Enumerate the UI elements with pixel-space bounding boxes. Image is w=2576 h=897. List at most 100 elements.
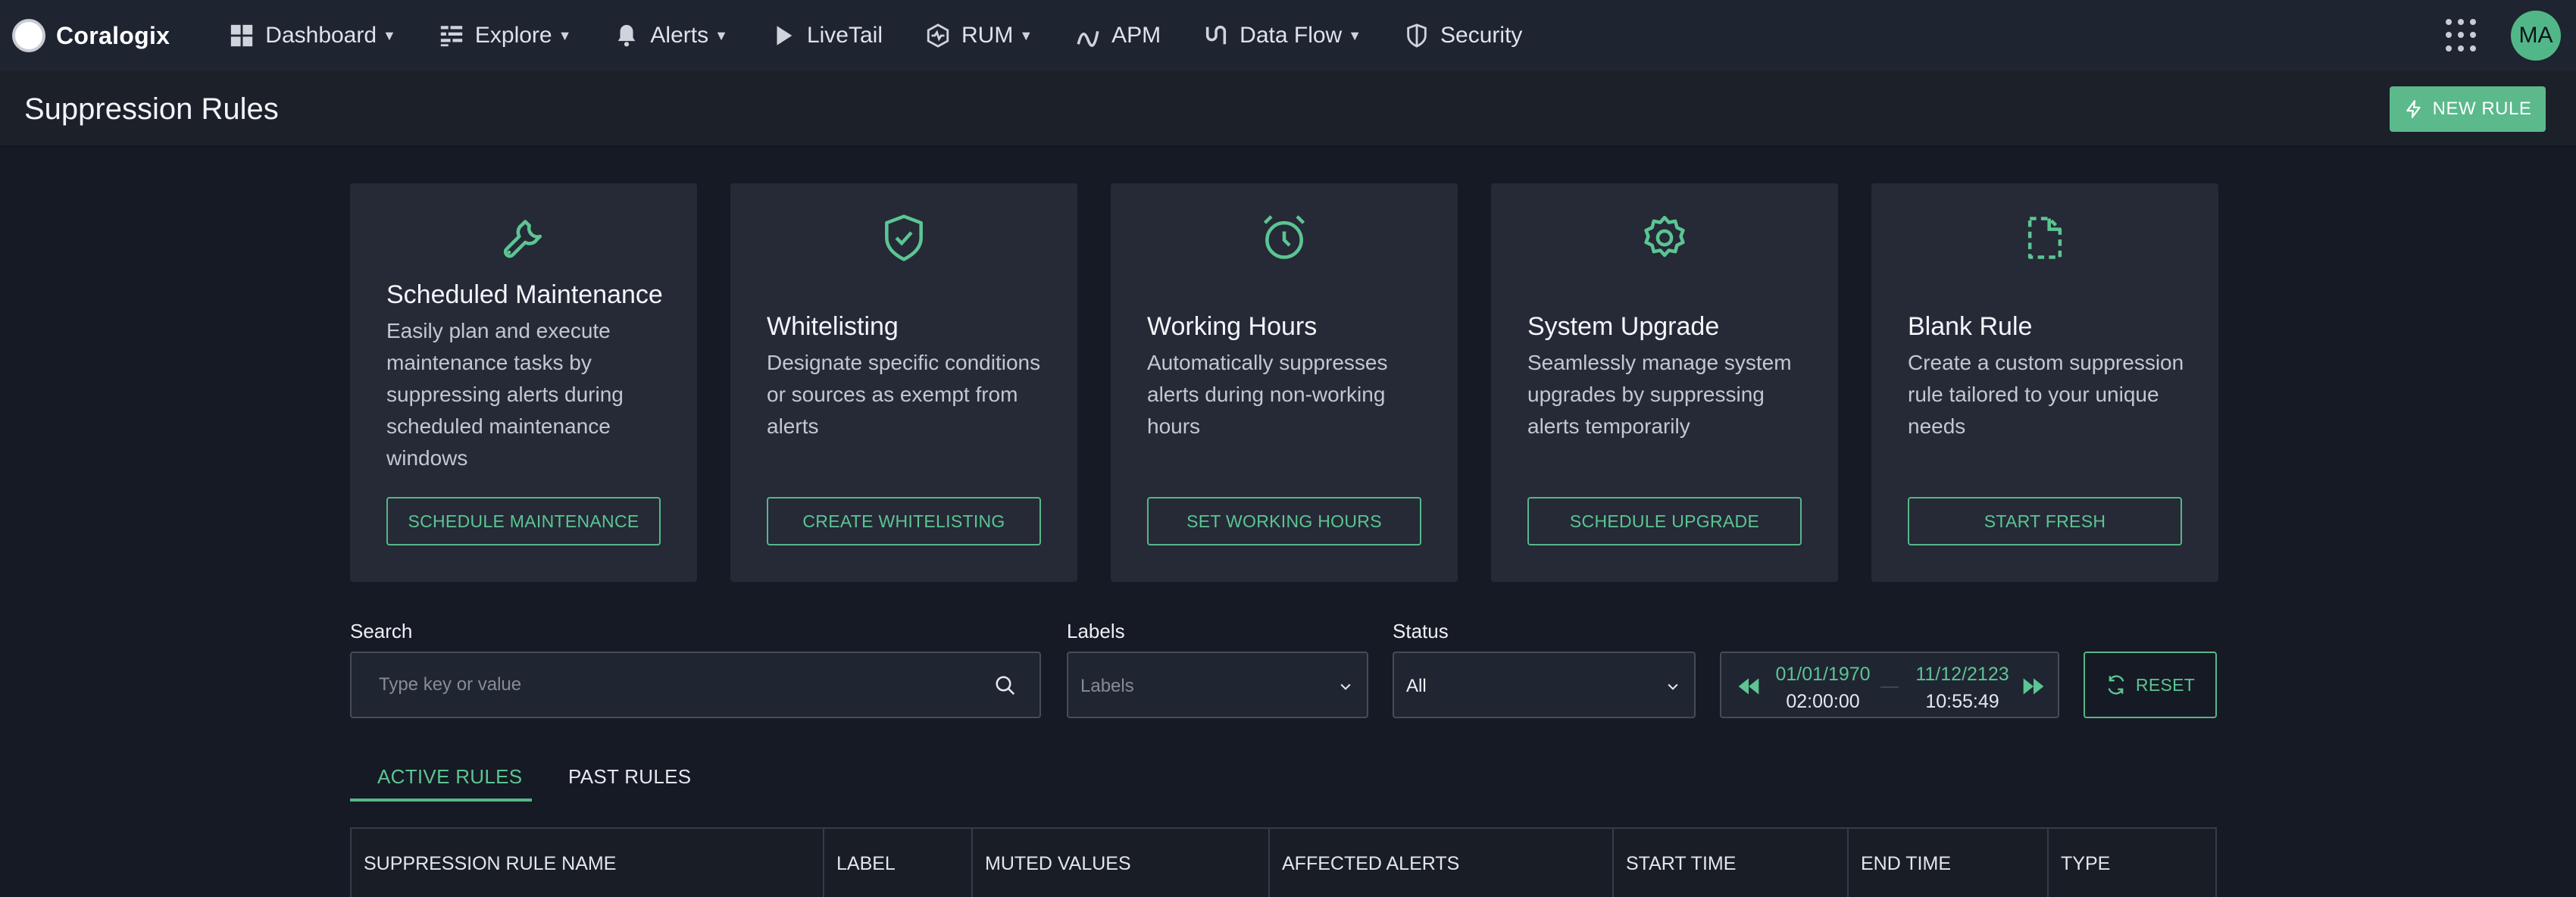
- nav-item-apm[interactable]: APM: [1075, 23, 1161, 48]
- caret-down-icon: ▼: [1019, 27, 1033, 43]
- card-description: Seamlessly manage system upgrades by sup…: [1527, 351, 1792, 438]
- date-separator: [1880, 686, 1899, 688]
- bell-icon: [618, 24, 636, 47]
- start-fresh-button[interactable]: START FRESH: [1908, 497, 2182, 545]
- tab-past-rules[interactable]: PAST RULES: [568, 765, 691, 789]
- column-header-type[interactable]: TYPE: [2047, 829, 2215, 897]
- card-description: Create a custom suppression rule tailore…: [1908, 351, 2184, 438]
- nav-item-alerts[interactable]: Alerts ▼: [614, 23, 728, 48]
- card-description: Easily plan and execute maintenance task…: [386, 319, 624, 470]
- refresh-icon: [2108, 675, 2124, 695]
- chevron-down-icon: [1668, 683, 1678, 690]
- page-header: Suppression Rules NEW RULE: [0, 71, 2576, 147]
- card-blank-rule: Blank Rule Create a custom suppression r…: [1871, 183, 2218, 582]
- caret-down-icon: ▼: [1348, 27, 1362, 43]
- nav-item-label: LiveTail: [806, 23, 883, 48]
- create-whitelisting-button[interactable]: CREATE WHITELISTING: [767, 497, 1041, 545]
- nav-item-security[interactable]: Security: [1404, 23, 1522, 48]
- blank-file-icon: [2027, 217, 2062, 259]
- nav-item-label: Data Flow: [1240, 23, 1343, 48]
- column-header-label[interactable]: LABEL: [823, 829, 971, 897]
- date-range-start[interactable]: 01/01/1970 02:00:00: [1770, 661, 1876, 715]
- card-title: Working Hours: [1147, 312, 1318, 341]
- nav-item-label: Explore: [474, 23, 552, 48]
- chevron-down-icon: [1340, 683, 1351, 690]
- rules-table-header: SUPPRESSION RULE NAME LABEL MUTED VALUES…: [350, 827, 2217, 897]
- nav-item-label: Security: [1440, 23, 1523, 48]
- page-title: Suppression Rules: [24, 92, 279, 126]
- fast-forward-icon[interactable]: [2021, 676, 2046, 697]
- nav-item-label: Alerts: [650, 23, 709, 48]
- labels-placeholder: Labels: [1080, 676, 1134, 696]
- date-range-end[interactable]: 11/12/2123 10:55:49: [1909, 661, 2015, 715]
- column-header-muted-values[interactable]: MUTED VALUES: [971, 829, 1268, 897]
- card-title: Whitelisting: [767, 312, 899, 341]
- set-working-hours-button[interactable]: SET WORKING HOURS: [1147, 497, 1421, 545]
- explore-icon: [440, 26, 463, 47]
- shield-icon: [1407, 23, 1427, 48]
- status-value: All: [1406, 676, 1427, 696]
- card-description: Designate specific conditions or sources…: [767, 351, 1041, 438]
- data-flow-icon: [1206, 25, 1227, 45]
- nav-item-label: Dashboard: [265, 23, 377, 48]
- nav-item-label: APM: [1111, 23, 1161, 48]
- search-label: Search: [350, 620, 413, 642]
- nav-item-livetail[interactable]: LiveTail: [771, 23, 883, 48]
- nav-item-label: RUM: [961, 23, 1014, 48]
- rum-icon: [927, 23, 949, 48]
- labels-select[interactable]: Labels: [1067, 652, 1368, 718]
- search-field: [350, 652, 1041, 718]
- apps-grid-icon[interactable]: [2446, 19, 2479, 52]
- card-title: Scheduled Maintenance: [386, 280, 663, 309]
- card-working-hours: Working Hours Automatically suppresses a…: [1111, 183, 1458, 582]
- tab-active-rules[interactable]: ACTIVE RULES: [377, 765, 522, 789]
- caret-down-icon: ▼: [714, 27, 728, 43]
- new-rule-label: NEW RULE: [2432, 98, 2532, 119]
- search-icon[interactable]: [994, 674, 1017, 697]
- date-range-picker[interactable]: 01/01/1970 02:00:00 11/12/2123 10:55:49: [1720, 652, 2059, 718]
- nav-right: MA: [2446, 0, 2561, 71]
- reset-label: RESET: [2135, 674, 2196, 695]
- status-select[interactable]: All: [1393, 652, 1696, 718]
- end-time: 10:55:49: [1925, 691, 1999, 712]
- rewind-icon[interactable]: [1737, 676, 1761, 697]
- nav-item-data-flow[interactable]: Data Flow ▼: [1203, 23, 1361, 48]
- card-whitelisting: Whitelisting Designate specific conditio…: [730, 183, 1077, 582]
- avatar[interactable]: MA: [2511, 11, 2561, 61]
- start-date: 01/01/1970: [1775, 664, 1871, 685]
- nav-item-dashboard[interactable]: Dashboard ▼: [229, 23, 396, 48]
- card-description: Automatically suppresses alerts during n…: [1147, 351, 1388, 438]
- caret-down-icon: ▼: [558, 27, 572, 43]
- reset-button[interactable]: RESET: [2084, 652, 2217, 718]
- shield-check-icon: [885, 214, 923, 261]
- search-input[interactable]: [352, 653, 1039, 717]
- nav-item-rum[interactable]: RUM ▼: [925, 23, 1033, 48]
- schedule-maintenance-button[interactable]: SCHEDULE MAINTENANCE: [386, 497, 661, 545]
- card-scheduled-maintenance: Scheduled Maintenance Easily plan and ex…: [350, 183, 697, 582]
- column-header-end-time[interactable]: END TIME: [1847, 829, 2047, 897]
- caret-down-icon: ▼: [383, 27, 396, 43]
- card-system-upgrade: System Upgrade Seamlessly manage system …: [1491, 183, 1838, 582]
- column-header-affected-alerts[interactable]: AFFECTED ALERTS: [1268, 829, 1612, 897]
- bolt-icon: [2406, 100, 2421, 118]
- active-tab-indicator: [350, 799, 532, 802]
- start-time: 02:00:00: [1786, 691, 1860, 712]
- new-rule-button[interactable]: NEW RULE: [2390, 86, 2546, 132]
- labels-label: Labels: [1067, 620, 1125, 642]
- gear-icon: [1644, 215, 1685, 258]
- logo-text: Coralogix: [56, 21, 170, 49]
- nav-item-explore[interactable]: Explore ▼: [439, 23, 572, 48]
- top-nav: Coralogix Dashboard ▼ Explore ▼ Alerts ▼…: [0, 0, 2576, 71]
- card-title: System Upgrade: [1527, 312, 1720, 341]
- nav-menu: Dashboard ▼ Explore ▼ Alerts ▼ LiveTail …: [229, 23, 1565, 48]
- logo[interactable]: Coralogix: [12, 19, 170, 52]
- wrench-icon: [503, 220, 542, 258]
- column-header-name[interactable]: SUPPRESSION RULE NAME: [352, 829, 823, 897]
- apm-icon: [1077, 31, 1099, 47]
- card-title: Blank Rule: [1908, 312, 2033, 341]
- column-header-start-time[interactable]: START TIME: [1612, 829, 1847, 897]
- play-icon: [777, 26, 792, 45]
- schedule-upgrade-button[interactable]: SCHEDULE UPGRADE: [1527, 497, 1802, 545]
- status-label: Status: [1393, 620, 1449, 642]
- logo-icon: [12, 19, 45, 52]
